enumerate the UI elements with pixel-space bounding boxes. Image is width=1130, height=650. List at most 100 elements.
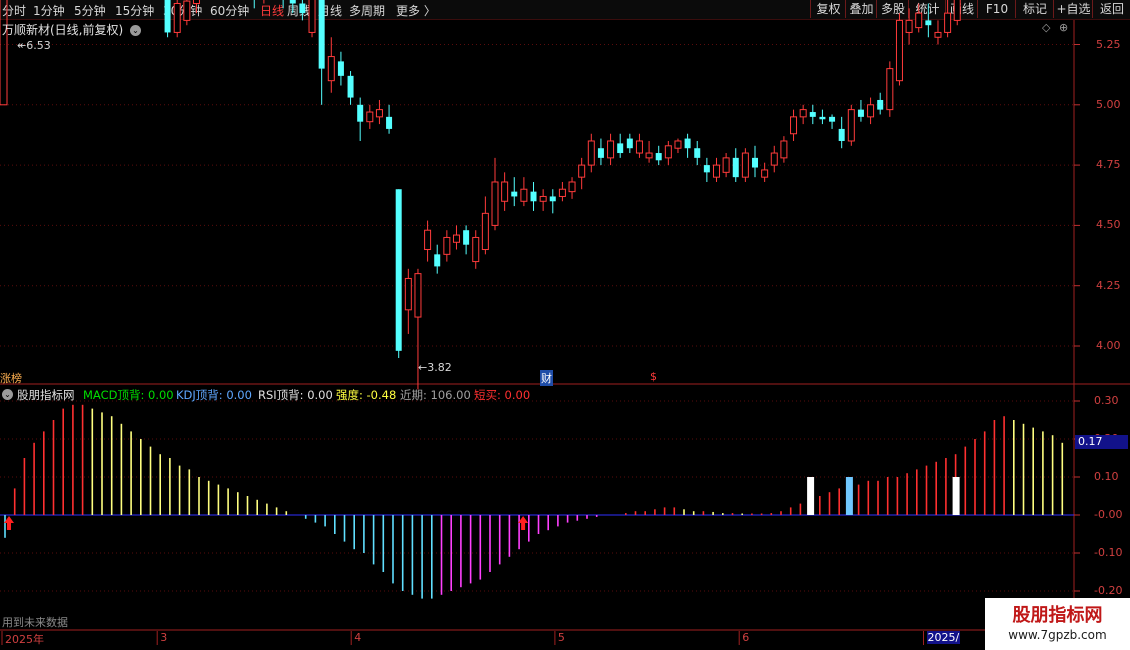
signal-marker-blue (845, 477, 853, 515)
candle-body (684, 138, 691, 149)
candle-body (375, 109, 383, 118)
candle-body (847, 109, 855, 142)
candle-body (819, 116, 826, 120)
candle-body (895, 19, 903, 82)
candle-body (386, 116, 393, 129)
candle-body (607, 140, 615, 159)
candle-body (289, 0, 296, 4)
date-label: 3 (160, 631, 168, 644)
legend-entry: KDJ顶背: 0.00 (176, 388, 252, 402)
candle-body (626, 138, 633, 149)
candle-body (414, 273, 422, 318)
candle-body (434, 254, 441, 267)
candle-body (424, 229, 432, 251)
candle-body (520, 188, 528, 202)
date-label: 2025年 (5, 633, 44, 646)
candle-body (780, 140, 788, 159)
dollar-marker[interactable]: $ (650, 370, 657, 383)
candle-body (501, 181, 509, 202)
candle-body (404, 277, 412, 311)
high-price-label: ↞6.53 (17, 39, 51, 52)
candle-body (664, 145, 672, 159)
watermark-url: www.7gpzb.com (1008, 628, 1107, 642)
candle-body (357, 104, 364, 122)
candle-body (183, 0, 191, 21)
candle-body (597, 148, 604, 158)
candle-body (337, 61, 344, 76)
candle-body (491, 181, 499, 226)
price-tick-label: 4.00 (1096, 339, 1121, 352)
price-tick-label: 5.00 (1096, 97, 1121, 111)
indicator-tick-label: -0.00 (1094, 508, 1123, 521)
indicator-tick-label: -0.20 (1094, 584, 1123, 597)
candle-body (732, 157, 739, 178)
candle-body (558, 188, 566, 197)
price-tick-label: 4.75 (1096, 158, 1121, 172)
watermark-logo: 股朋指标网 www.7gpzb.com (985, 598, 1130, 650)
arrow-left-icon: ← (418, 361, 428, 374)
chevron-down-icon[interactable]: ⌄ (130, 25, 142, 36)
candle-body (578, 164, 586, 178)
candle-body (587, 140, 595, 166)
candle-body (366, 111, 374, 123)
date-label: 5 (557, 631, 565, 644)
candle-body (645, 152, 653, 159)
candle-body (395, 189, 402, 351)
candle-body (722, 157, 730, 173)
legend-entry: RSI顶背: 0.00 (258, 388, 333, 402)
candle-body (809, 112, 816, 117)
candle-body (915, 12, 923, 29)
signal-marker-white (952, 477, 960, 515)
diamond-icon[interactable]: ◇ (1042, 21, 1050, 34)
candle-body (511, 191, 518, 197)
candle-body (770, 152, 778, 166)
low-price-label: ←3.82 (418, 361, 452, 374)
legend-entry: MACD顶背: 0.00 (83, 388, 174, 402)
candle-partial (0, 0, 8, 106)
signal-marker-white (807, 477, 815, 515)
candle-body (712, 164, 720, 178)
date-label: 4 (354, 631, 362, 644)
candle-body (530, 191, 537, 202)
candle-body (299, 3, 306, 14)
finance-marker[interactable]: 财 (540, 370, 553, 386)
price-tick-label: 4.50 (1096, 218, 1121, 232)
candle-body (799, 109, 807, 118)
indicator-tick-label: -0.10 (1094, 546, 1123, 559)
candle-body (761, 169, 769, 178)
main-chart-title-row: 万顺新材(日线,前复权) ⌄ (2, 21, 142, 38)
date-label: 6 (742, 631, 750, 644)
candle-body (452, 234, 460, 243)
legend-entry: 短买: 0.00 (474, 388, 531, 402)
price-tick-label: 5.25 (1096, 37, 1121, 51)
current-value-tag: 0.17 (1075, 435, 1128, 449)
chevron-down-icon[interactable]: ⌄ (2, 386, 13, 400)
main-chart-title: 万顺新材(日线,前复权) (2, 23, 124, 37)
candle-body (655, 153, 662, 161)
candle-body (318, 0, 325, 69)
legend-entry: 强度: -0.48 (336, 388, 397, 402)
candle-body (173, 2, 181, 33)
candle-body (857, 109, 864, 117)
candle-body (568, 181, 576, 193)
candle-body (944, 12, 952, 33)
stock-chart (0, 0, 1130, 645)
candle-body (549, 196, 556, 202)
candle-body (674, 140, 682, 149)
price-tick-label: 4.25 (1096, 278, 1121, 292)
rank-marker: 涨榜 (0, 372, 22, 385)
candle-body (308, 0, 316, 33)
future-data-note: 用到未来数据 (2, 616, 68, 629)
candle-body (327, 56, 335, 82)
candle-body (877, 99, 884, 110)
candle-body (347, 75, 354, 98)
candle-body (752, 157, 759, 168)
expand-icon[interactable]: ⊕ (1059, 21, 1068, 34)
candle-body (539, 195, 547, 202)
candle-body (617, 143, 624, 154)
candle-body (905, 19, 913, 33)
candle-body (472, 236, 480, 263)
candle-body (934, 31, 942, 38)
candle-body (481, 212, 489, 251)
candle-body (463, 230, 470, 245)
